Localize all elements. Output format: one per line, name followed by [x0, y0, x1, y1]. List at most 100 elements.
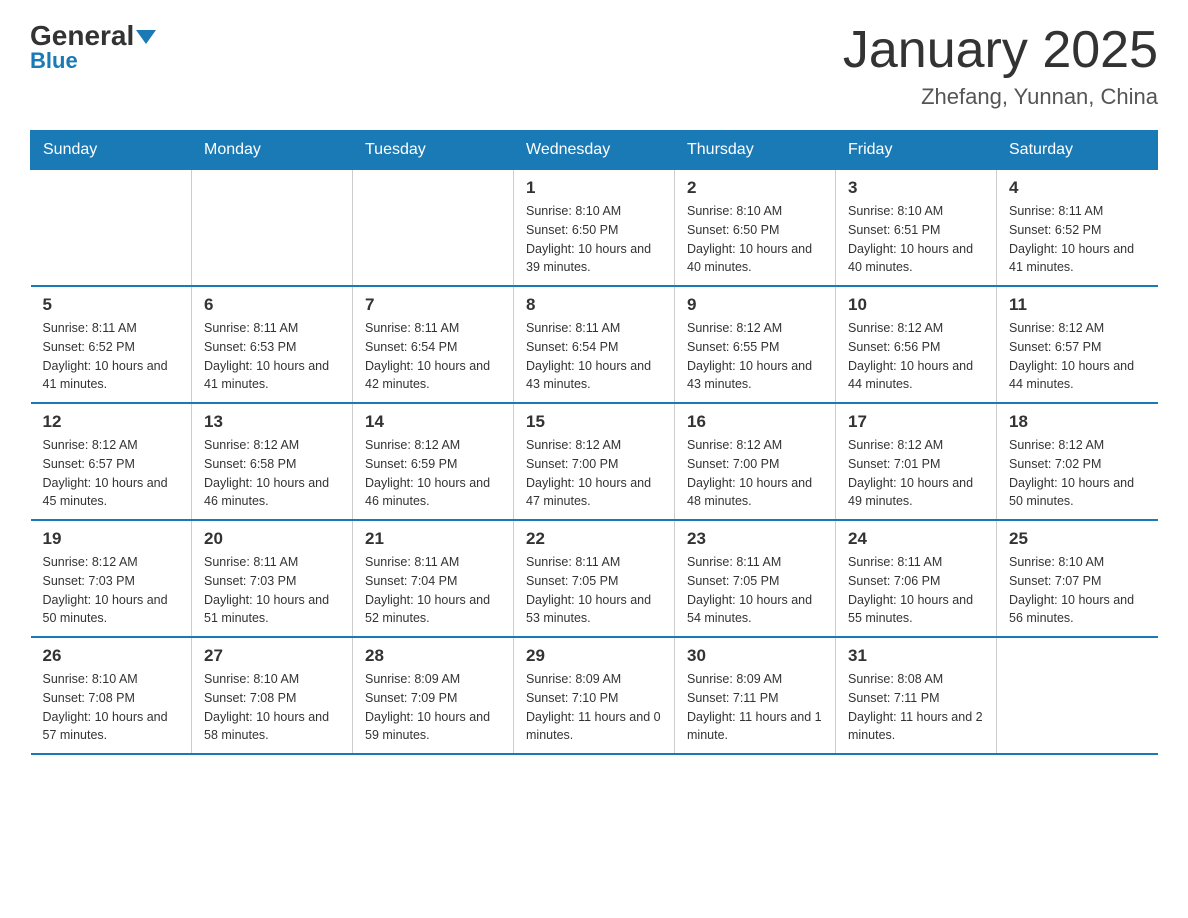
day-info: Sunrise: 8:09 AM Sunset: 7:11 PM Dayligh… [687, 670, 823, 745]
day-info: Sunrise: 8:12 AM Sunset: 6:56 PM Dayligh… [848, 319, 984, 394]
calendar-day-cell: 22 Sunrise: 8:11 AM Sunset: 7:05 PM Dayli… [514, 520, 675, 637]
weekday-header-cell: Wednesday [514, 131, 675, 170]
day-info: Sunrise: 8:11 AM Sunset: 7:05 PM Dayligh… [526, 553, 662, 628]
day-number: 13 [204, 412, 340, 432]
weekday-header-cell: Sunday [31, 131, 192, 170]
day-info: Sunrise: 8:10 AM Sunset: 7:08 PM Dayligh… [43, 670, 180, 745]
calendar-day-cell: 31Sunrise: 8:08 AM Sunset: 7:11 PM Dayli… [836, 637, 997, 754]
day-info: Sunrise: 8:12 AM Sunset: 7:02 PM Dayligh… [1009, 436, 1146, 511]
day-number: 6 [204, 295, 340, 315]
day-number: 12 [43, 412, 180, 432]
day-info: Sunrise: 8:11 AM Sunset: 6:54 PM Dayligh… [526, 319, 662, 394]
day-number: 21 [365, 529, 501, 549]
weekday-header-cell: Friday [836, 131, 997, 170]
calendar-day-cell: 27 Sunrise: 8:10 AM Sunset: 7:08 PM Dayli… [192, 637, 353, 754]
calendar-day-cell: 21 Sunrise: 8:11 AM Sunset: 7:04 PM Dayli… [353, 520, 514, 637]
calendar-day-cell: 7 Sunrise: 8:11 AM Sunset: 6:54 PM Daylig… [353, 286, 514, 403]
title-section: January 2025 Zhefang, Yunnan, China [843, 20, 1158, 110]
day-number: 2 [687, 178, 823, 198]
day-info: Sunrise: 8:12 AM Sunset: 7:00 PM Dayligh… [526, 436, 662, 511]
day-number: 26 [43, 646, 180, 666]
day-info: Sunrise: 8:12 AM Sunset: 6:59 PM Dayligh… [365, 436, 501, 511]
day-info: Sunrise: 8:12 AM Sunset: 7:01 PM Dayligh… [848, 436, 984, 511]
logo-arrow-icon [136, 30, 156, 44]
logo-blue-text: Blue [30, 48, 78, 74]
logo: General Blue [30, 20, 156, 74]
day-number: 22 [526, 529, 662, 549]
calendar-day-cell: 12 Sunrise: 8:12 AM Sunset: 6:57 PM Dayli… [31, 403, 192, 520]
day-info: Sunrise: 8:08 AM Sunset: 7:11 PM Dayligh… [848, 670, 984, 745]
calendar-day-cell: 30Sunrise: 8:09 AM Sunset: 7:11 PM Dayli… [675, 637, 836, 754]
calendar-day-cell: 20Sunrise: 8:11 AM Sunset: 7:03 PM Dayli… [192, 520, 353, 637]
calendar-day-cell: 9 Sunrise: 8:12 AM Sunset: 6:55 PM Daylig… [675, 286, 836, 403]
calendar-day-cell: 11 Sunrise: 8:12 AM Sunset: 6:57 PM Dayli… [997, 286, 1158, 403]
month-title: January 2025 [843, 20, 1158, 80]
day-number: 23 [687, 529, 823, 549]
day-info: Sunrise: 8:12 AM Sunset: 7:03 PM Dayligh… [43, 553, 180, 628]
day-number: 16 [687, 412, 823, 432]
calendar-day-cell [997, 637, 1158, 754]
day-number: 27 [204, 646, 340, 666]
calendar-day-cell: 25Sunrise: 8:10 AM Sunset: 7:07 PM Dayli… [997, 520, 1158, 637]
calendar-day-cell: 4 Sunrise: 8:11 AM Sunset: 6:52 PM Daylig… [997, 170, 1158, 287]
weekday-header-cell: Tuesday [353, 131, 514, 170]
day-info: Sunrise: 8:11 AM Sunset: 6:52 PM Dayligh… [43, 319, 180, 394]
weekday-header-row: SundayMondayTuesdayWednesdayThursdayFrid… [31, 131, 1158, 170]
calendar-day-cell: 17 Sunrise: 8:12 AM Sunset: 7:01 PM Dayli… [836, 403, 997, 520]
day-info: Sunrise: 8:12 AM Sunset: 6:55 PM Dayligh… [687, 319, 823, 394]
calendar-day-cell: 10 Sunrise: 8:12 AM Sunset: 6:56 PM Dayli… [836, 286, 997, 403]
weekday-header-cell: Thursday [675, 131, 836, 170]
day-number: 1 [526, 178, 662, 198]
day-info: Sunrise: 8:12 AM Sunset: 7:00 PM Dayligh… [687, 436, 823, 511]
day-info: Sunrise: 8:11 AM Sunset: 7:04 PM Dayligh… [365, 553, 501, 628]
calendar-day-cell: 26 Sunrise: 8:10 AM Sunset: 7:08 PM Dayli… [31, 637, 192, 754]
day-number: 10 [848, 295, 984, 315]
day-number: 18 [1009, 412, 1146, 432]
calendar-day-cell: 23 Sunrise: 8:11 AM Sunset: 7:05 PM Dayli… [675, 520, 836, 637]
calendar-day-cell: 18 Sunrise: 8:12 AM Sunset: 7:02 PM Dayli… [997, 403, 1158, 520]
weekday-header-cell: Monday [192, 131, 353, 170]
calendar-day-cell: 28 Sunrise: 8:09 AM Sunset: 7:09 PM Dayli… [353, 637, 514, 754]
calendar-day-cell: 5 Sunrise: 8:11 AM Sunset: 6:52 PM Daylig… [31, 286, 192, 403]
day-number: 9 [687, 295, 823, 315]
location: Zhefang, Yunnan, China [843, 84, 1158, 110]
day-number: 4 [1009, 178, 1146, 198]
day-number: 19 [43, 529, 180, 549]
calendar-week-row: 5 Sunrise: 8:11 AM Sunset: 6:52 PM Daylig… [31, 286, 1158, 403]
day-info: Sunrise: 8:09 AM Sunset: 7:09 PM Dayligh… [365, 670, 501, 745]
day-number: 8 [526, 295, 662, 315]
day-info: Sunrise: 8:10 AM Sunset: 6:51 PM Dayligh… [848, 202, 984, 277]
day-number: 28 [365, 646, 501, 666]
calendar-week-row: 19 Sunrise: 8:12 AM Sunset: 7:03 PM Dayli… [31, 520, 1158, 637]
day-info: Sunrise: 8:10 AM Sunset: 7:08 PM Dayligh… [204, 670, 340, 745]
calendar-body: 1 Sunrise: 8:10 AM Sunset: 6:50 PM Daylig… [31, 170, 1158, 755]
day-info: Sunrise: 8:12 AM Sunset: 6:57 PM Dayligh… [43, 436, 180, 511]
day-number: 24 [848, 529, 984, 549]
day-number: 25 [1009, 529, 1146, 549]
calendar-day-cell: 24 Sunrise: 8:11 AM Sunset: 7:06 PM Dayli… [836, 520, 997, 637]
day-info: Sunrise: 8:11 AM Sunset: 6:52 PM Dayligh… [1009, 202, 1146, 277]
day-info: Sunrise: 8:11 AM Sunset: 6:54 PM Dayligh… [365, 319, 501, 394]
day-number: 17 [848, 412, 984, 432]
day-number: 7 [365, 295, 501, 315]
calendar-day-cell: 19 Sunrise: 8:12 AM Sunset: 7:03 PM Dayli… [31, 520, 192, 637]
day-info: Sunrise: 8:11 AM Sunset: 7:05 PM Dayligh… [687, 553, 823, 628]
calendar-day-cell: 13Sunrise: 8:12 AM Sunset: 6:58 PM Dayli… [192, 403, 353, 520]
day-number: 3 [848, 178, 984, 198]
weekday-header-cell: Saturday [997, 131, 1158, 170]
calendar-day-cell: 3 Sunrise: 8:10 AM Sunset: 6:51 PM Daylig… [836, 170, 997, 287]
day-number: 11 [1009, 295, 1146, 315]
calendar-week-row: 26 Sunrise: 8:10 AM Sunset: 7:08 PM Dayli… [31, 637, 1158, 754]
calendar-day-cell: 1 Sunrise: 8:10 AM Sunset: 6:50 PM Daylig… [514, 170, 675, 287]
calendar-day-cell: 29Sunrise: 8:09 AM Sunset: 7:10 PM Dayli… [514, 637, 675, 754]
calendar-day-cell: 15Sunrise: 8:12 AM Sunset: 7:00 PM Dayli… [514, 403, 675, 520]
day-number: 5 [43, 295, 180, 315]
day-number: 14 [365, 412, 501, 432]
calendar-day-cell: 6Sunrise: 8:11 AM Sunset: 6:53 PM Daylig… [192, 286, 353, 403]
day-info: Sunrise: 8:12 AM Sunset: 6:57 PM Dayligh… [1009, 319, 1146, 394]
calendar-header: SundayMondayTuesdayWednesdayThursdayFrid… [31, 131, 1158, 170]
day-info: Sunrise: 8:11 AM Sunset: 7:06 PM Dayligh… [848, 553, 984, 628]
calendar-day-cell: 16 Sunrise: 8:12 AM Sunset: 7:00 PM Dayli… [675, 403, 836, 520]
day-info: Sunrise: 8:10 AM Sunset: 6:50 PM Dayligh… [526, 202, 662, 277]
day-number: 20 [204, 529, 340, 549]
